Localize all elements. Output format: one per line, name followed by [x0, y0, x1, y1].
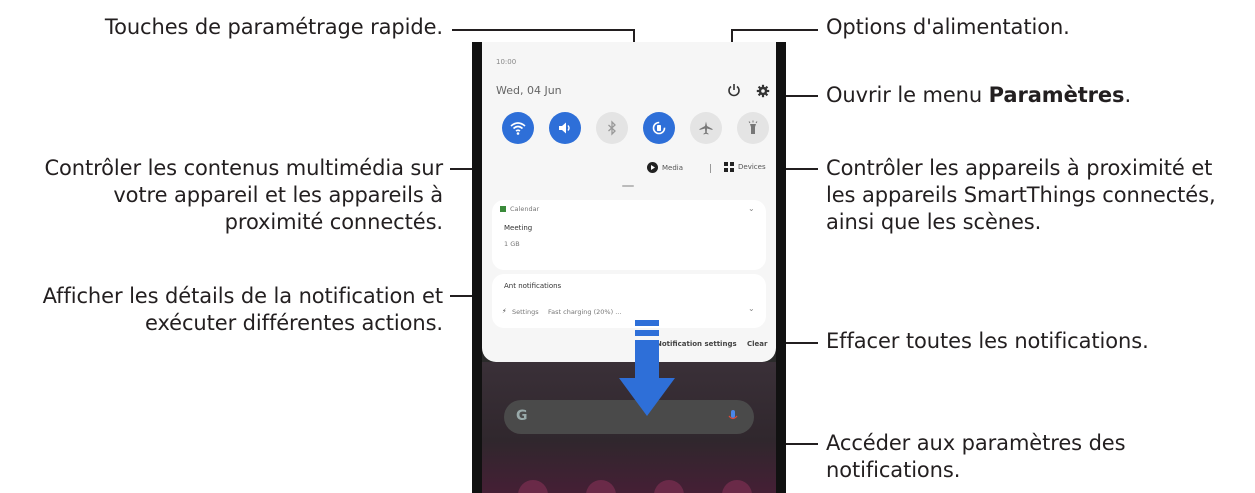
qs-airplane[interactable] [690, 112, 722, 144]
wifi-icon [510, 122, 526, 135]
callout-media-line1: Contrôler les contenus multimédia sur [44, 156, 443, 180]
notification-panel: 10:00 Wed, 04 Jun Media Devices Calendar… [482, 42, 776, 362]
callout-devices-line2: les appareils SmartThings connectés, [826, 183, 1216, 207]
callout-open-settings-suffix: . [1124, 83, 1132, 107]
status-time: 10:00 [496, 58, 517, 66]
qs-flashlight[interactable] [737, 112, 769, 144]
google-icon: G [516, 408, 528, 424]
dock-app-icon[interactable] [722, 480, 752, 493]
card2-app: Settings [512, 308, 539, 316]
dock-app-icon[interactable] [654, 480, 684, 493]
card2-header: Ant notifications [504, 282, 562, 290]
swipe-down-arrow [619, 320, 675, 416]
bluetooth-icon [608, 120, 616, 136]
qs-auto-rotate[interactable] [643, 112, 675, 144]
callout-notification-settings: Accéder aux paramètres des notifications… [826, 430, 1126, 484]
callout-open-settings-prefix: Ouvrir le menu [826, 83, 989, 107]
qs-bluetooth[interactable] [596, 112, 628, 144]
callout-devices-line1: Contrôler les appareils à proximité et [826, 156, 1213, 180]
media-label: Media [662, 163, 684, 172]
callout-devices-line3: ainsi que les scènes. [826, 210, 1042, 234]
callout-notif-settings-line1: Accéder aux paramètres des [826, 431, 1126, 455]
callout-devices: Contrôler les appareils à proximité et l… [826, 155, 1216, 236]
callout-media: Contrôler les contenus multimédia sur vo… [44, 155, 443, 236]
play-icon [647, 162, 658, 173]
chevron-down-icon[interactable]: ⌄ [748, 204, 755, 213]
callout-open-settings-bold: Paramètres [988, 83, 1125, 107]
callout-quick-settings: Touches de paramétrage rapide. [104, 15, 443, 39]
clear-button[interactable]: Clear [747, 340, 767, 348]
panel-date: Wed, 04 Jun [496, 84, 562, 97]
callout-media-line3: proximité connectés. [224, 210, 443, 234]
flashlight-icon [748, 120, 758, 134]
callout-notif-settings-line2: notifications. [826, 458, 961, 482]
callout-notification-details: Afficher les détails de la notification … [43, 283, 443, 337]
auto-rotate-icon [652, 121, 666, 135]
charging-icon: ⚡ [502, 307, 507, 315]
qs-wifi[interactable] [502, 112, 534, 144]
devices-button[interactable]: Devices [724, 162, 766, 172]
quick-settings-row [492, 106, 770, 152]
qs-sound[interactable] [549, 112, 581, 144]
airplane-icon [699, 121, 713, 135]
dock-app-icon[interactable] [518, 480, 548, 493]
gear-icon[interactable] [756, 84, 770, 98]
card1-title: Meeting [504, 224, 533, 232]
chevron-down-icon[interactable]: ⌄ [748, 304, 755, 313]
callout-power-options: Options d'alimentation. [826, 15, 1070, 39]
mic-icon [728, 410, 738, 420]
media-devices-row: Media Devices [482, 159, 776, 179]
card2-text: Fast charging (20%) ... [548, 308, 622, 316]
media-button[interactable]: Media [647, 162, 683, 173]
card1-app: Calendar [510, 205, 540, 213]
devices-label: Devices [738, 163, 766, 171]
notification-card-calendar[interactable]: Calendar ⌄ Meeting 1 GB [492, 200, 766, 270]
drag-handle[interactable] [622, 185, 634, 187]
callout-notif-details-line2: exécuter différentes actions. [145, 311, 443, 335]
calendar-app-icon [500, 206, 506, 212]
callout-clear-all: Effacer toutes les notifications. [826, 329, 1149, 353]
dock-app-icon[interactable] [586, 480, 616, 493]
card1-sub: 1 GB [504, 240, 520, 248]
callout-media-line2: votre appareil et les appareils à [113, 183, 443, 207]
volume-icon [559, 122, 570, 134]
callout-notif-details-line1: Afficher les détails de la notification … [42, 284, 443, 308]
devices-icon [724, 162, 734, 172]
power-icon[interactable] [726, 82, 742, 98]
callout-open-settings: Ouvrir le menu Paramètres. [826, 82, 1131, 109]
divider [710, 164, 711, 173]
phone-screen: 10:00 Wed, 04 Jun Media Devices Calendar… [472, 42, 786, 493]
